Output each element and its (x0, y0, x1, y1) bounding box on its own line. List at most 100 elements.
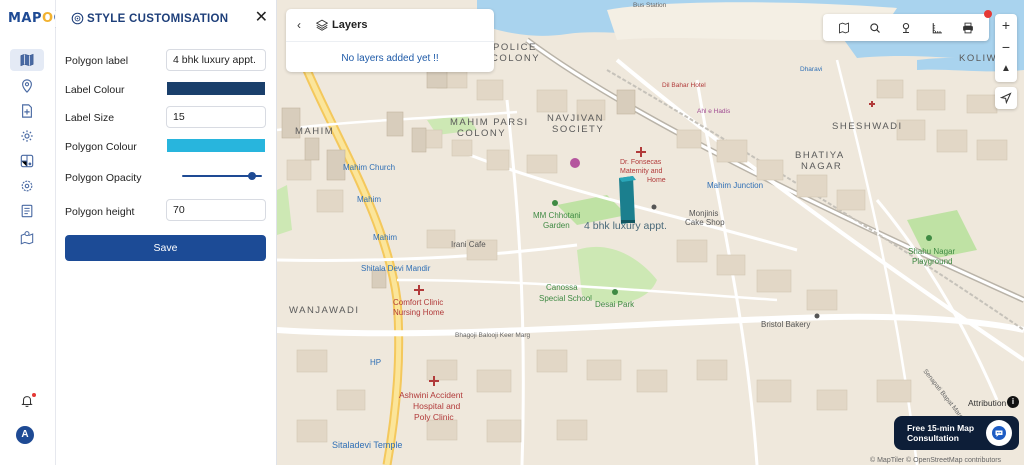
rail-preferences-button[interactable] (10, 175, 44, 197)
poi-comfort-nursing[interactable]: Nursing Home (393, 308, 444, 317)
poi-mm-chhotani[interactable]: MM Chhotani (533, 211, 581, 220)
label-colour-swatch[interactable] (167, 82, 265, 95)
poi-ashwini-polyclinic[interactable]: Poly Clinic (414, 412, 454, 422)
report-list-icon (21, 204, 33, 218)
location-icon[interactable] (899, 21, 913, 35)
chat-bubble-icon[interactable] (986, 420, 1012, 446)
style-customisation-panel: STYLE CUSTOMISATION ✕ Polygon label 4 bh… (56, 0, 277, 465)
poi-bus-station[interactable]: Bus Station (633, 2, 666, 9)
polygon-label-input[interactable]: 4 bhk luxury appt. (166, 49, 266, 71)
area-label-society: SOCIETY (552, 124, 605, 135)
rail-settings-button[interactable] (10, 125, 44, 147)
polygon-colour-swatch[interactable] (167, 139, 265, 152)
zoom-controls: + − ▲ (995, 14, 1017, 82)
area-label-wanjawadi: WANJAWADI (289, 305, 360, 316)
poi-fonseca-1[interactable]: Dr. Fonsecas (620, 159, 661, 166)
area-label-colony: COLONY (457, 128, 507, 139)
poi-hp-fuel[interactable]: HP (370, 358, 381, 367)
navigate-arrow-icon[interactable] (995, 87, 1017, 109)
opacity-slider-thumb[interactable] (247, 172, 256, 180)
area-label-police-colony: COLONY (491, 53, 541, 64)
poi-ahl-e-hadis[interactable]: Ahl e Hadis (697, 108, 730, 115)
map-add-icon (20, 231, 34, 245)
poi-ashwini-hospital[interactable]: Hospital and (413, 401, 460, 411)
poi-monjinis[interactable]: Monjinis (689, 209, 718, 218)
polygon-label-label: Polygon label (65, 55, 129, 67)
label-colour-label: Label Colour (65, 84, 125, 96)
map-copyright: © MapTiler © OpenStreetMap contributors (870, 457, 1002, 464)
consultation-text: Free 15-min Map Consultation (907, 423, 975, 443)
compass-icon[interactable]: ▲ (995, 58, 1017, 80)
add-file-icon (22, 104, 32, 118)
poi-shahu-playground[interactable]: Playground (912, 257, 952, 266)
poi-dil-bahar[interactable]: Dil Bahar Hotel (662, 82, 706, 89)
left-rail: MAPOG A (0, 0, 64, 465)
map-style-icon[interactable] (837, 21, 851, 35)
label-size-input[interactable]: 15 (166, 106, 266, 128)
poi-sitaladevi-temple[interactable]: Sitaladevi Temple (332, 440, 402, 450)
poi-mm-chhotani-garden[interactable]: Garden (543, 221, 570, 230)
rail-map-button[interactable] (10, 49, 44, 71)
zoom-in-button[interactable]: + (995, 14, 1017, 36)
poi-irani-cafe[interactable]: Irani Cafe (451, 240, 486, 249)
layers-header: ‹ Layers (286, 9, 494, 42)
poi-shahu-nagar[interactable]: Shahu Nagar (908, 247, 955, 256)
measure-icon[interactable] (930, 21, 944, 35)
area-label-mahim: MAHIM (295, 126, 335, 137)
poi-canossa-school[interactable]: Special School (539, 294, 592, 303)
consultation-banner[interactable]: Free 15-min Map Consultation (894, 416, 1019, 450)
poi-mahim-1[interactable]: Mahim (357, 195, 381, 204)
layers-panel: ‹ Layers No layers added yet !! (286, 9, 494, 72)
user-avatar[interactable]: A (16, 426, 34, 444)
poi-monjinis-cake-shop[interactable]: Cake Shop (685, 218, 725, 227)
poi-fonseca-2[interactable]: Maternity and (620, 168, 662, 175)
zoom-out-button[interactable]: − (995, 36, 1017, 58)
panel-title: STYLE CUSTOMISATION (87, 13, 229, 25)
back-chevron-icon[interactable]: ‹ (297, 18, 301, 32)
save-button[interactable]: Save (65, 235, 266, 261)
polygon-colour-label: Polygon Colour (65, 141, 137, 153)
label-size-label: Label Size (65, 112, 115, 124)
rail-add-file-button[interactable] (10, 100, 44, 122)
rail-location-button[interactable] (10, 75, 44, 97)
area-label-sheshwadi: SHESHWADI (832, 121, 903, 132)
layers-icon (316, 19, 328, 31)
notification-dot (32, 393, 36, 397)
polygon-height-input[interactable]: 70 (166, 199, 266, 221)
polygon-height-label: Polygon height (65, 206, 135, 218)
poi-shitala-devi-mandir[interactable]: Shitala Devi Mandir (361, 264, 430, 273)
toolbar-close-badge[interactable] (984, 10, 992, 18)
poi-comfort-clinic[interactable]: Comfort Clinic (393, 298, 443, 307)
poi-ashwini-accident[interactable]: Ashwini Accident (399, 390, 463, 400)
print-icon[interactable] (961, 21, 975, 35)
search-icon[interactable] (868, 21, 882, 35)
rail-map-add-button[interactable] (10, 227, 44, 249)
location-pin-icon (22, 79, 32, 93)
map-toolbar (823, 14, 989, 41)
poi-mahim-church[interactable]: Mahim Church (343, 163, 395, 172)
area-label-bhatiya: BHATIYA (795, 150, 845, 161)
poi-canossa[interactable]: Canossa (546, 283, 578, 292)
polygon-opacity-label: Polygon Opacity (65, 172, 142, 184)
poi-fonseca-3[interactable]: Home (647, 177, 666, 184)
panel-header: STYLE CUSTOMISATION ✕ (56, 0, 277, 38)
area-label-mahim-parsi: MAHIM PARSI (450, 117, 529, 128)
road-bhagoji-balooji-keer-marg: Bhagoji Balooji Keer Marg (455, 332, 531, 339)
poi-mahim-junction[interactable]: Mahim Junction (707, 181, 763, 190)
layers-title: Layers (332, 19, 368, 31)
poi-desai-park[interactable]: Desai Park (595, 300, 634, 309)
attribution-label[interactable]: Attribution (968, 398, 1006, 408)
rail-notifications-button[interactable] (10, 390, 44, 412)
area-label-police: POLICE (493, 42, 537, 53)
layers-empty-message: No layers added yet !! (341, 53, 439, 64)
info-icon[interactable]: i (1007, 396, 1019, 408)
poi-dharavi[interactable]: Dharavi (800, 66, 822, 73)
rail-report-button[interactable] (10, 200, 44, 222)
rail-map-layers-button[interactable] (10, 150, 44, 172)
map-layers-icon (20, 154, 34, 168)
close-icon[interactable]: ✕ (255, 10, 268, 26)
poi-mahim-2[interactable]: Mahim (373, 233, 397, 242)
area-label-navjivan: NAVJIVAN (547, 113, 605, 124)
polygon-map-label: 4 bhk luxury appt. (584, 220, 667, 232)
poi-bristol-bakery[interactable]: Bristol Bakery (761, 320, 810, 329)
